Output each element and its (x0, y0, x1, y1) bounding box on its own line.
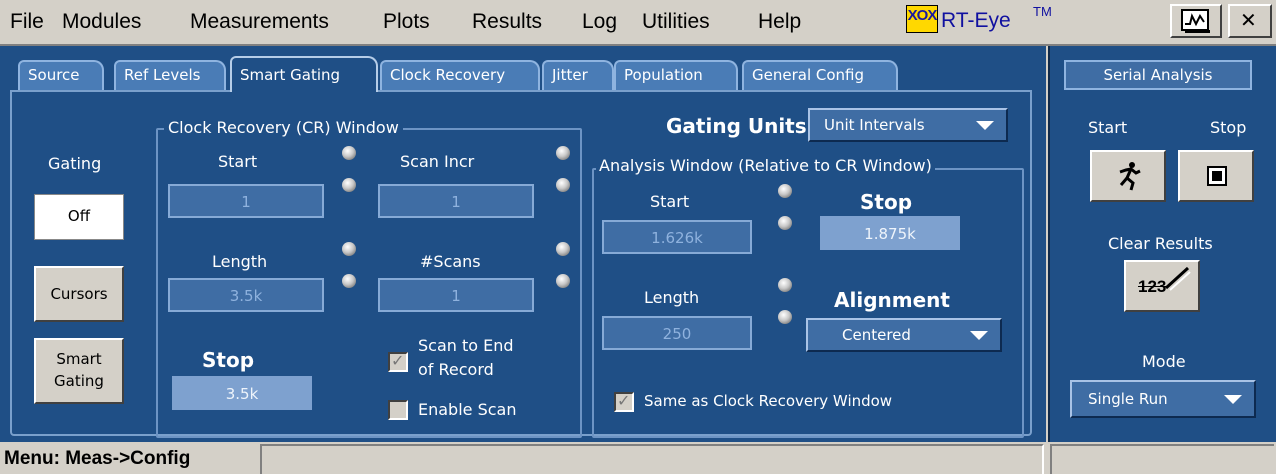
analysis-start-field[interactable]: 1.626k (602, 220, 752, 254)
stop-label: Stop (1210, 118, 1247, 137)
same-as-cr-checkbox[interactable] (614, 391, 634, 412)
cr-scans-coarse-knob-icon[interactable] (556, 242, 570, 256)
analysis-window-title: Analysis Window (Relative to CR Window) (596, 156, 935, 175)
brand-logo: XOX (906, 5, 938, 33)
gating-smart-gating-button[interactable]: Smart Gating (34, 338, 124, 404)
gating-units-dropdown[interactable]: Unit Intervals (808, 108, 1008, 142)
scan-to-end-label-line-1: Scan to End (418, 336, 514, 355)
main-panel: Source Ref Levels Smart Gating Clock Rec… (0, 46, 1046, 442)
analysis-start-label: Start (650, 192, 690, 211)
analysis-length-coarse-knob-icon[interactable] (778, 278, 792, 292)
running-man-icon (1119, 162, 1141, 191)
status-bar: Menu: Meas->Config (0, 442, 1276, 474)
status-menu-path: Menu: Meas->Config (4, 448, 191, 469)
cr-scan-incr-fine-knob-icon[interactable] (556, 178, 570, 192)
analysis-stop-value: 1.875k (820, 216, 960, 250)
smart-gating-line-1: Smart (56, 350, 102, 368)
menu-modules[interactable]: Modules (62, 10, 141, 34)
cr-start-coarse-knob-icon[interactable] (342, 146, 356, 160)
tab-general-config[interactable]: General Config (742, 60, 898, 90)
cr-stop-label: Stop (202, 348, 255, 372)
tab-population[interactable]: Population (614, 60, 738, 90)
smart-gating-panel: Gating Off Cursors Smart Gating Clock Re… (10, 90, 1032, 438)
mode-dropdown[interactable]: Single Run (1070, 380, 1256, 418)
clear-results-label: Clear Results (1108, 234, 1213, 253)
close-button[interactable]: ✕ (1228, 4, 1272, 38)
gating-cursors-button[interactable]: Cursors (34, 266, 124, 322)
menu-measurements[interactable]: Measurements (190, 10, 329, 34)
cr-length-fine-knob-icon[interactable] (342, 274, 356, 288)
chevron-down-icon (976, 121, 994, 130)
waveform-icon (1181, 9, 1210, 33)
smart-gating-line-2: Gating (54, 372, 104, 390)
tab-clock-recovery[interactable]: Clock Recovery (380, 60, 540, 90)
status-message-area (260, 444, 1044, 474)
brand-logo-text: XOX (907, 7, 938, 24)
chevron-down-icon (1224, 395, 1242, 404)
menu-utilities[interactable]: Utilities (642, 10, 710, 34)
alignment-label: Alignment (834, 288, 950, 312)
menu-results[interactable]: Results (472, 10, 542, 34)
cr-scans-fine-knob-icon[interactable] (556, 274, 570, 288)
alignment-dropdown[interactable]: Centered (806, 318, 1002, 352)
tab-jitter[interactable]: Jitter (542, 60, 614, 90)
menu-plots[interactable]: Plots (383, 10, 430, 34)
display-toggle-button[interactable] (1170, 4, 1222, 38)
analysis-length-field[interactable]: 250 (602, 316, 752, 350)
cr-scans-field[interactable]: 1 (378, 278, 534, 312)
cr-scan-incr-label: Scan Incr (400, 152, 475, 171)
menu-log[interactable]: Log (582, 10, 617, 34)
tab-smart-gating[interactable]: Smart Gating (230, 56, 378, 92)
chevron-down-icon (970, 331, 988, 340)
run-start-button[interactable] (1090, 150, 1166, 202)
enable-scan-checkbox[interactable] (388, 400, 408, 420)
cr-length-coarse-knob-icon[interactable] (342, 242, 356, 256)
cr-stop-value: 3.5k (172, 376, 312, 410)
tab-source[interactable]: Source (18, 60, 104, 90)
stop-square-icon (1207, 166, 1227, 186)
scan-to-end-checkbox[interactable] (388, 351, 408, 372)
cr-start-fine-knob-icon[interactable] (342, 178, 356, 192)
start-label: Start (1088, 118, 1128, 137)
cr-start-field[interactable]: 1 (168, 184, 324, 218)
menu-file[interactable]: File (10, 10, 44, 34)
analysis-stop-label: Stop (860, 190, 913, 214)
same-as-cr-label: Same as Clock Recovery Window (644, 392, 893, 410)
clear-results-button[interactable]: 123 (1124, 260, 1200, 312)
analysis-length-fine-knob-icon[interactable] (778, 310, 792, 324)
analysis-start-fine-knob-icon[interactable] (778, 216, 792, 230)
close-icon: ✕ (1240, 8, 1257, 32)
brand-trademark: TM (1033, 4, 1052, 19)
run-stop-button[interactable] (1178, 150, 1254, 202)
gating-units-value: Unit Intervals (824, 116, 925, 134)
analysis-start-coarse-knob-icon[interactable] (778, 184, 792, 198)
cr-length-label: Length (212, 252, 268, 271)
status-secondary-area (1050, 444, 1274, 474)
gating-label: Gating (48, 154, 102, 173)
mode-value: Single Run (1088, 390, 1168, 408)
tab-ref-levels[interactable]: Ref Levels (114, 60, 226, 90)
analysis-length-label: Length (644, 288, 700, 307)
cr-length-field[interactable]: 3.5k (168, 278, 324, 312)
enable-scan-label: Enable Scan (418, 400, 517, 419)
cr-scan-incr-coarse-knob-icon[interactable] (556, 146, 570, 160)
alignment-value: Centered (842, 326, 911, 344)
gating-off-button[interactable]: Off (34, 194, 124, 240)
serial-analysis-panel: Serial Analysis Start Stop Clear Results… (1048, 46, 1276, 442)
serial-analysis-title: Serial Analysis (1064, 60, 1252, 90)
scan-to-end-label-line-2: of Record (418, 360, 494, 379)
cr-window-title: Clock Recovery (CR) Window (164, 118, 403, 137)
cr-scan-incr-field[interactable]: 1 (378, 184, 534, 218)
eraser-brush-icon (1164, 266, 1191, 291)
cr-start-label: Start (218, 152, 258, 171)
menu-help[interactable]: Help (758, 10, 801, 34)
cr-scans-label: #Scans (420, 252, 481, 271)
brand-name: RT-Eye (941, 9, 1011, 32)
menu-bar: File Modules Measurements Plots Results … (0, 0, 1276, 46)
gating-units-label: Gating Units (666, 114, 807, 138)
mode-label: Mode (1142, 352, 1186, 371)
